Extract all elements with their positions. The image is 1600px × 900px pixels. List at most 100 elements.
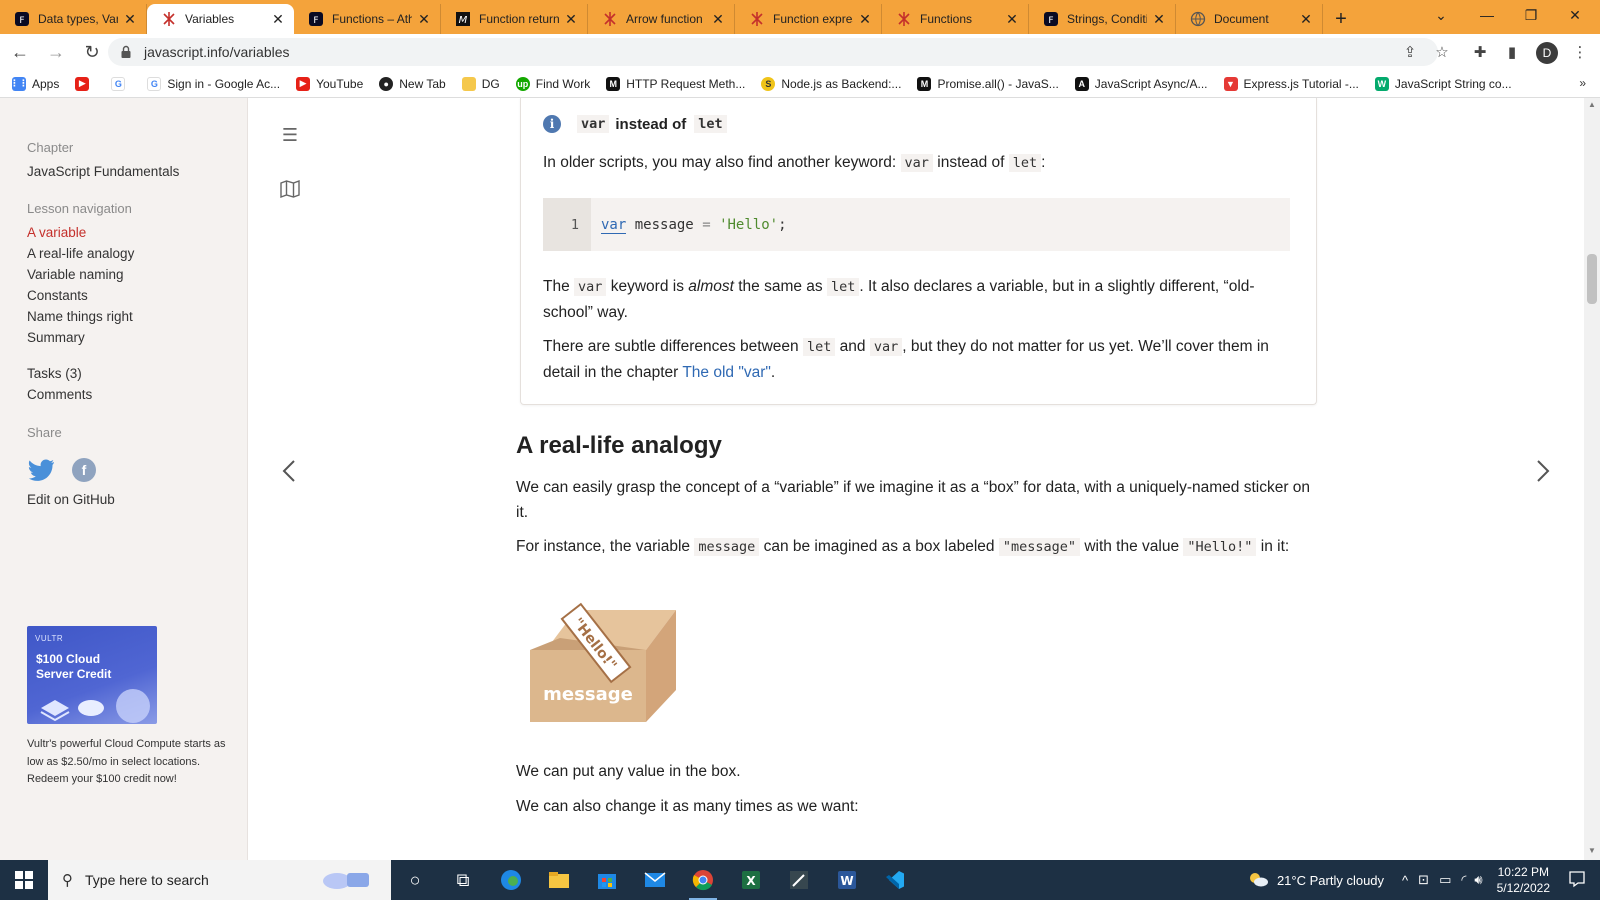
side-panel-icon[interactable]: ▮ <box>1498 38 1526 66</box>
weather-text[interactable]: 21°C Partly cloudy <box>1277 873 1384 888</box>
box-label-text: message <box>543 684 633 705</box>
clock[interactable]: 10:22 PM 5/12/2022 <box>1497 864 1550 896</box>
lesson-link[interactable]: Name things right <box>27 309 133 324</box>
close-icon[interactable]: ✕ <box>122 11 138 27</box>
bookmark-youtube[interactable]: ▶ YouTube <box>296 76 363 91</box>
edge-icon[interactable] <box>487 860 535 900</box>
browser-tab[interactable]: F Strings, Conditi ✕ <box>1029 4 1176 34</box>
browser-tab[interactable]: Document ✕ <box>1176 4 1323 34</box>
close-icon[interactable]: ✕ <box>710 11 726 27</box>
bookmark-http[interactable]: M HTTP Request Meth... <box>606 76 745 91</box>
close-icon[interactable]: ✕ <box>270 11 286 27</box>
browser-tab[interactable]: Function expres ✕ <box>735 4 882 34</box>
lesson-link[interactable]: A real-life analogy <box>27 246 134 261</box>
taskbar-search-input[interactable]: ⚲ Type here to search <box>48 860 391 900</box>
pen-app-icon[interactable] <box>775 860 823 900</box>
javascript-info-icon <box>896 11 912 27</box>
menu-dots-icon[interactable]: ⋮ <box>1566 38 1594 66</box>
twitter-icon[interactable] <box>28 458 56 482</box>
extensions-icon[interactable]: ✚ <box>1466 38 1494 66</box>
cortana-icon[interactable]: ○ <box>391 860 439 900</box>
reload-icon[interactable]: ↻ <box>76 36 108 68</box>
lesson-link[interactable]: Summary <box>27 330 85 345</box>
close-icon[interactable]: ✕ <box>857 11 873 27</box>
minimize-icon[interactable]: — <box>1464 0 1510 30</box>
file-explorer-icon[interactable] <box>535 860 583 900</box>
bookmark-dg[interactable]: DG <box>461 76 500 91</box>
lesson-link[interactable]: Variable naming <box>27 267 124 282</box>
close-icon[interactable]: ✕ <box>416 11 432 27</box>
mdn-icon: M <box>917 76 932 91</box>
volume-icon[interactable]: 🔊︎ <box>1474 872 1482 888</box>
bookmark-promise-all[interactable]: M Promise.all() - JavaS... <box>917 76 1059 91</box>
old-var-chapter-link[interactable]: The old "var" <box>682 364 771 381</box>
section-paragraph-1: We can easily grasp the concept of a “va… <box>516 479 1311 521</box>
star-icon[interactable]: ☆ <box>1428 38 1456 66</box>
bookmark-google[interactable]: G <box>111 76 131 91</box>
excel-icon[interactable]: X <box>727 860 775 900</box>
bookmarks-overflow-icon[interactable]: » <box>1579 76 1586 90</box>
tab-search-icon[interactable]: ⌄ <box>1418 0 1464 30</box>
back-arrow-icon[interactable]: ← <box>4 36 36 68</box>
browser-tab[interactable]: F Data types, Var ✕ <box>0 4 147 34</box>
new-tab-button[interactable]: + <box>1327 4 1355 34</box>
window-close-icon[interactable]: ✕ <box>1552 0 1598 30</box>
next-lesson-arrow-icon[interactable] <box>1530 453 1554 489</box>
lesson-link[interactable]: Constants <box>27 288 88 303</box>
scroll-up-arrow-icon[interactable]: ▲ <box>1588 100 1596 109</box>
task-view-icon[interactable]: ⧉ <box>439 860 487 900</box>
bookmark-new-tab[interactable]: ● New Tab <box>379 76 446 91</box>
bookmark-async[interactable]: A JavaScript Async/A... <box>1074 76 1208 91</box>
close-icon[interactable]: ✕ <box>563 11 579 27</box>
windows-start-icon[interactable] <box>0 860 48 900</box>
close-icon[interactable]: ✕ <box>1298 11 1314 27</box>
close-icon[interactable]: ✕ <box>1004 11 1020 27</box>
map-icon[interactable] <box>278 178 302 200</box>
show-hidden-icons-icon[interactable]: ^ <box>1402 873 1408 888</box>
wifi-icon[interactable]: ◜ <box>1461 872 1466 888</box>
code-block[interactable]: 1 var message = 'Hello'; <box>543 198 1290 251</box>
browser-tab[interactable]: F Functions – Ath ✕ <box>294 4 441 34</box>
tutorial-icon: ▼ <box>1223 76 1238 91</box>
forward-arrow-icon[interactable]: → <box>40 36 72 68</box>
comments-link[interactable]: Comments <box>27 387 92 402</box>
battery-icon[interactable]: ▭ <box>1439 872 1451 888</box>
chapter-link[interactable]: JavaScript Fundamentals <box>27 164 179 179</box>
tasks-link[interactable]: Tasks (3) <box>27 366 82 381</box>
chrome-icon[interactable] <box>679 860 727 900</box>
facebook-icon[interactable]: f <box>72 458 96 482</box>
avatar[interactable]: D <box>1536 42 1558 64</box>
scroll-down-arrow-icon[interactable]: ▼ <box>1588 846 1596 855</box>
bookmark-find-work[interactable]: up Find Work <box>515 76 590 91</box>
notifications-icon[interactable] <box>1568 870 1586 891</box>
bookmark-google-signin[interactable]: G Sign in - Google Ac... <box>147 76 280 91</box>
microsoft-store-icon[interactable] <box>583 860 631 900</box>
weather-icon[interactable] <box>1247 870 1269 891</box>
word-icon[interactable]: W <box>823 860 871 900</box>
scroll-thumb[interactable] <box>1587 254 1597 304</box>
close-icon[interactable]: ✕ <box>1151 11 1167 27</box>
vscode-icon[interactable] <box>871 860 919 900</box>
browser-tab[interactable]: Functions ✕ <box>882 4 1029 34</box>
bookmark-js-string[interactable]: W JavaScript String co... <box>1374 76 1512 91</box>
line-number: 1 <box>543 198 591 251</box>
bookmark-nodejs[interactable]: S Node.js as Backend:... <box>761 76 901 91</box>
mail-icon[interactable] <box>631 860 679 900</box>
browser-tab[interactable]: Arrow function ✕ <box>588 4 735 34</box>
share-icon[interactable]: ⇪ <box>1396 38 1424 66</box>
page-scrollbar[interactable]: ▲ ▼ <box>1584 98 1600 860</box>
browser-tab[interactable]: M Function return ✕ <box>441 4 588 34</box>
bookmark-express[interactable]: ▼ Express.js Tutorial -... <box>1223 76 1359 91</box>
restore-icon[interactable]: ❐ <box>1508 0 1554 30</box>
browser-tab-active[interactable]: Variables ✕ <box>147 4 294 34</box>
previous-lesson-arrow-icon[interactable] <box>278 453 302 489</box>
bookmark-youtube[interactable]: ▶ <box>75 76 95 91</box>
address-bar[interactable]: javascript.info/variables <box>108 38 1438 66</box>
bookmark-apps[interactable]: ⋮⋮ Apps <box>10 76 59 91</box>
sponsor-banner[interactable]: VULTR $100 Cloud Server Credit <box>27 626 157 724</box>
meet-now-icon[interactable]: ⊡ <box>1418 872 1429 888</box>
edit-on-github-link[interactable]: Edit on GitHub <box>27 492 115 507</box>
lesson-link[interactable]: A variable <box>27 225 86 240</box>
hamburger-menu-icon[interactable]: ☰ <box>278 124 302 146</box>
javascript-info-icon <box>602 11 618 27</box>
